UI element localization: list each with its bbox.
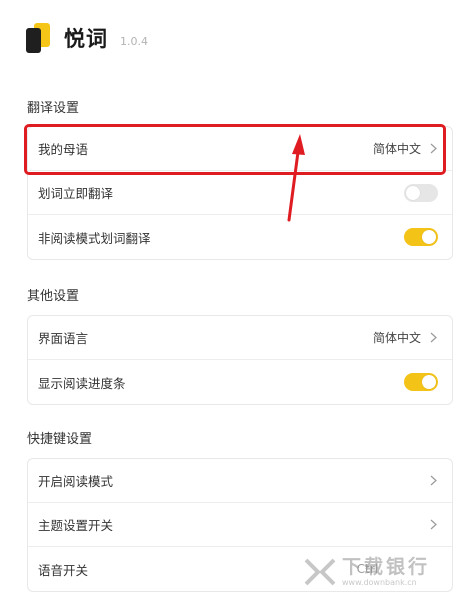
row-theme-shortcut[interactable]: 主题设置开关 [28, 503, 452, 547]
row-reading-mode-shortcut[interactable]: 开启阅读模式 [28, 459, 452, 503]
row-label: 划词立即翻译 [38, 186, 114, 201]
watermark-logo-icon [304, 558, 336, 586]
watermark-text: 下载银行 [342, 556, 431, 578]
row-non-reading-translate: 非阅读模式划词翻译 [28, 215, 452, 259]
annotation-highlight-box [24, 124, 446, 175]
row-label: 界面语言 [38, 331, 89, 346]
app-version: 1.0.4 [120, 34, 148, 48]
section-title-other: 其他设置 [27, 289, 80, 304]
instant-translate-toggle[interactable] [404, 183, 438, 202]
chevron-right-icon [430, 475, 437, 486]
section-title-translation: 翻译设置 [27, 101, 80, 116]
chevron-right-icon [430, 519, 437, 530]
row-label: 显示阅读进度条 [38, 375, 126, 391]
reading-progress-toggle[interactable] [404, 373, 438, 391]
chevron-right-icon [430, 332, 437, 343]
section-title-shortcuts: 快捷键设置 [27, 432, 93, 447]
app-logo-icon [26, 23, 52, 53]
row-label: 语音开关 [38, 562, 89, 578]
row-label: 开启阅读模式 [38, 474, 114, 489]
interface-language-value: 简体中文 [372, 331, 421, 345]
watermark-url: www.downbank.cn [342, 578, 417, 587]
row-label: 非阅读模式划词翻译 [38, 230, 151, 246]
app-name: 悦词 [64, 27, 108, 51]
non-reading-translate-toggle[interactable] [404, 228, 438, 246]
other-settings-card: 界面语言 简体中文 显示阅读进度条 [27, 315, 453, 405]
row-reading-progress: 显示阅读进度条 [28, 360, 452, 404]
row-label: 主题设置开关 [38, 518, 114, 533]
row-interface-language[interactable]: 界面语言 简体中文 [28, 316, 452, 360]
app-header: 悦词 1.0.4 [26, 20, 148, 56]
watermark: 下载银行 www.downbank.cn [302, 548, 462, 596]
row-instant-word-translate: 划词立即翻译 [28, 171, 452, 215]
